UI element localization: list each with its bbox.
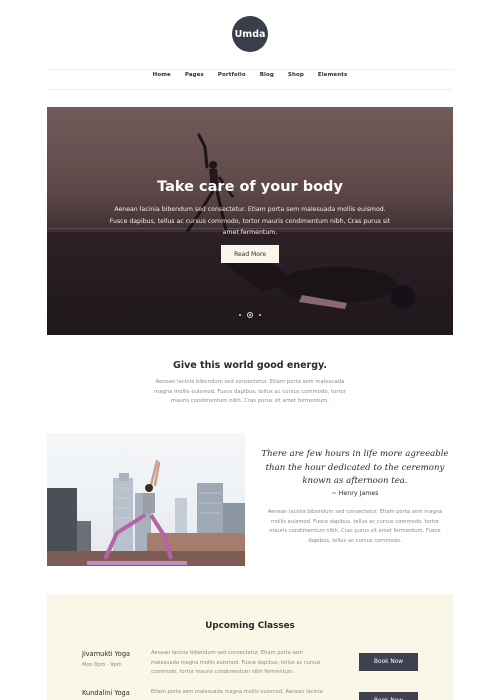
nav-item-blog[interactable]: Blog [260,72,274,78]
book-now-button[interactable]: Book Now [359,692,418,700]
book-now-button[interactable]: Book Now [359,653,418,671]
class-description: Etiam porta sem malesuada magna mollis e… [151,689,323,695]
section-title-energy: Give this world good energy. [173,360,327,371]
city-skyline-illustration [47,459,245,566]
nav-item-pages[interactable]: Pages [185,72,204,78]
nav-divider-top [47,69,453,70]
yoga-city-image [47,433,245,566]
nav-item-portfolio[interactable]: Portfolio [218,72,246,78]
class-description: Aenean lacinia bibendum sed consectetur.… [151,650,321,676]
nav-divider-bottom [47,89,453,90]
quote-text: There are few hours in life more agreeab… [261,449,449,486]
slider-dot-icon[interactable] [239,314,241,316]
slider-pagination [47,312,453,318]
class-name: Jivamukti Yoga [82,650,131,658]
nav-item-home[interactable]: Home [153,72,171,78]
hero-title: Take care of your body [157,179,343,195]
hero-text: Aenean lacinia bibendum sed consectetur.… [109,206,391,236]
upcoming-classes-section: Upcoming Classes Jivamukti Yoga Mon 8pm … [47,594,453,700]
class-time: Mon 8pm - 9pm [82,662,122,668]
class-row: Kundalini Yoga Etiam porta sem malesuada… [47,689,453,700]
slider-dot-icon[interactable] [259,314,261,316]
site-logo[interactable]: Umda [232,16,268,52]
nav-item-elements[interactable]: Elements [318,72,347,78]
class-row: Jivamukti Yoga Mon 8pm - 9pm Aenean laci… [47,650,453,686]
quote-body-text: Aenean lacinia bibendum sed consectetur.… [267,509,443,544]
hero-slider: Take care of your body Aenean lacinia bi… [47,107,453,335]
nav-item-shop[interactable]: Shop [288,72,304,78]
section-text-energy: Aenean lacinia bibendum sed consectetur.… [154,379,346,404]
slider-dot-active-icon[interactable] [247,312,253,318]
quote-author: ~ Henry James [331,490,379,497]
section-title-classes: Upcoming Classes [205,621,295,631]
class-name: Kundalini Yoga [82,689,130,697]
read-more-button[interactable]: Read More [221,245,279,263]
main-nav: Home Pages Portfolio Blog Shop Elements [0,72,500,78]
header: Umda [0,16,500,52]
